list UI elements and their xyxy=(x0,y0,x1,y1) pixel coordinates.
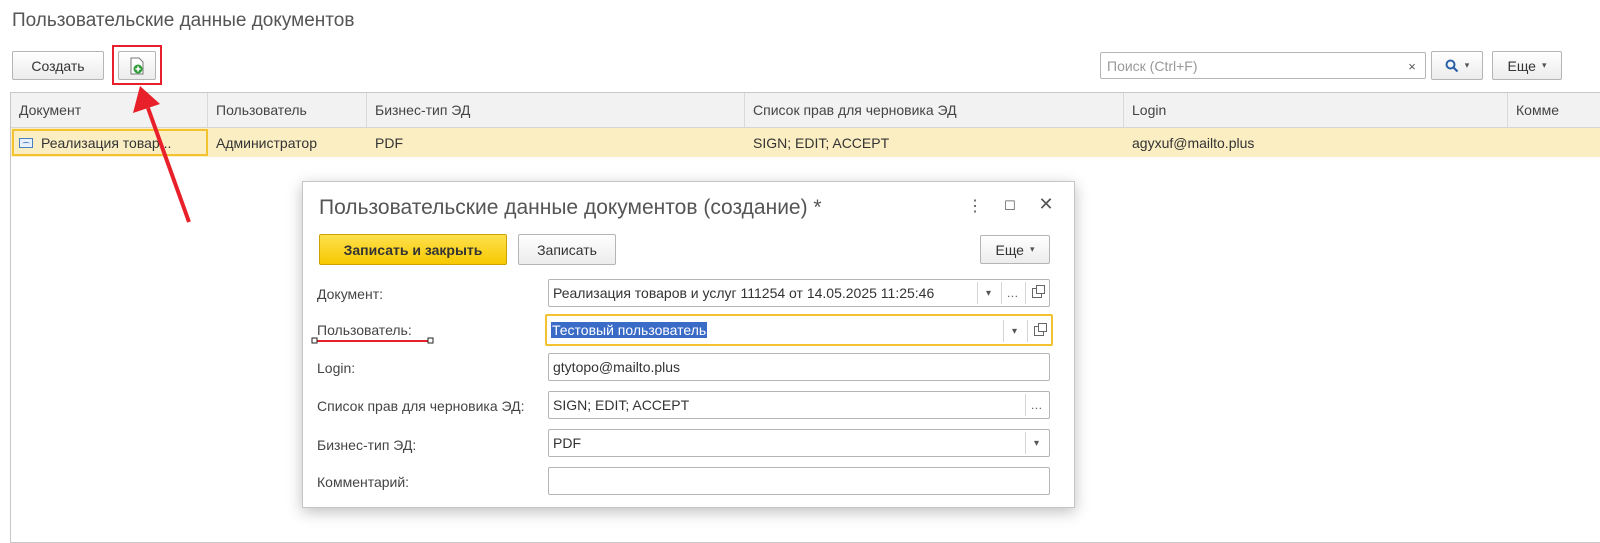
login-label: Login: xyxy=(317,360,356,376)
open-icon[interactable] xyxy=(1027,320,1049,342)
save-button[interactable]: Записать xyxy=(518,234,616,265)
close-icon[interactable]: ✕ xyxy=(1036,194,1056,215)
open-icon[interactable] xyxy=(1025,282,1047,304)
user-value: Тестовый пользователь xyxy=(551,322,708,338)
save-and-close-button[interactable]: Записать и закрыть xyxy=(319,234,507,265)
business-type-value: PDF xyxy=(553,435,581,451)
chevron-down-icon[interactable]: ▾ xyxy=(1003,320,1025,342)
more-actions-icon[interactable]: ⋮ xyxy=(965,196,985,216)
business-type-field[interactable]: PDF ▾ xyxy=(548,429,1050,457)
rights-label: Список прав для черновика ЭД: xyxy=(317,398,525,414)
chevron-down-icon: ▾ xyxy=(1029,244,1035,254)
create-dialog: Пользовательские данные документов (созд… xyxy=(302,181,1075,508)
label-underline-annotation xyxy=(311,337,434,344)
comment-field[interactable] xyxy=(548,467,1050,495)
login-field[interactable]: gtytopo@mailto.plus xyxy=(548,353,1050,381)
rights-value: SIGN; EDIT; ACCEPT xyxy=(553,397,690,413)
business-type-label: Бизнес-тип ЭД: xyxy=(317,437,417,453)
maximize-icon[interactable]: ☐ xyxy=(1000,198,1020,214)
select-ellipsis-icon[interactable]: … xyxy=(1001,282,1023,304)
document-value: Реализация товаров и услуг 111254 от 14.… xyxy=(553,285,935,301)
document-field[interactable]: Реализация товаров и услуг 111254 от 14.… xyxy=(548,279,1050,307)
dialog-title: Пользовательские данные документов (созд… xyxy=(319,196,822,219)
user-field[interactable]: Тестовый пользователь ▾ xyxy=(545,314,1053,346)
login-value: gtytopo@mailto.plus xyxy=(553,359,681,375)
chevron-down-icon[interactable]: ▾ xyxy=(977,282,999,304)
comment-label: Комментарий: xyxy=(317,474,410,490)
select-ellipsis-icon[interactable]: … xyxy=(1025,394,1047,416)
dialog-more-label: Еще xyxy=(995,241,1024,258)
chevron-down-icon[interactable]: ▾ xyxy=(1025,432,1047,454)
document-label: Документ: xyxy=(317,286,383,302)
rights-field[interactable]: SIGN; EDIT; ACCEPT … xyxy=(548,391,1050,419)
dialog-more-button[interactable]: Еще ▾ xyxy=(980,235,1050,264)
